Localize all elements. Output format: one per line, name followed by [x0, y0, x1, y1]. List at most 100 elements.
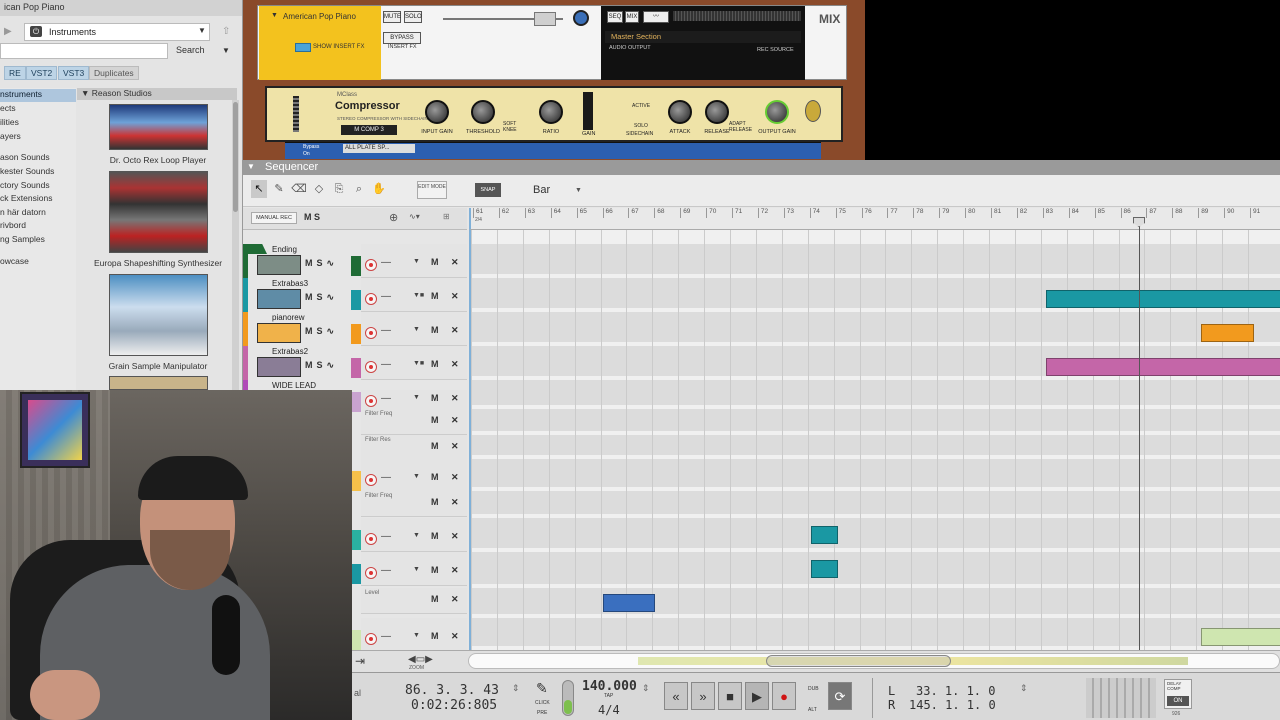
next-device-thumbnail[interactable] — [109, 376, 208, 390]
mute-solo[interactable]: MS∿ — [305, 360, 338, 371]
note-clip[interactable] — [811, 526, 838, 544]
grain-thumbnail[interactable] — [109, 274, 208, 356]
razor-tool-icon[interactable]: ◇ — [311, 180, 327, 198]
record-enable-button[interactable] — [365, 327, 377, 339]
collapse-icon[interactable]: ▼ — [247, 162, 255, 171]
lane-mute-close[interactable]: M ✕ — [431, 531, 464, 542]
device-label[interactable]: Europa Shapeshifting Synthesizer — [82, 258, 234, 268]
lane-mute-close[interactable]: M ✕ — [431, 441, 464, 452]
bar-ruler[interactable]: 61 62 63 64 65 66 67 68 69 70 71 72 73 74 75 76 77 78 79 80… — [469, 208, 1280, 230]
mute-tool-icon[interactable]: ⎘ — [331, 180, 347, 198]
note-clip[interactable] — [811, 560, 838, 578]
master-section-output[interactable]: Master Section — [605, 31, 801, 43]
loop-right-position[interactable]: 145. 1. 1. 0 — [909, 698, 996, 712]
song-position[interactable]: 86. 3. 3. 43 — [405, 683, 499, 698]
filter-tab-vst3[interactable]: VST3 — [58, 66, 90, 80]
global-ms[interactable]: M S — [304, 212, 320, 222]
lane-mute-close[interactable]: M ✕ — [431, 565, 464, 576]
song-time[interactable]: 0:02:26:805 — [411, 698, 497, 713]
rewind-button[interactable]: « — [664, 682, 688, 710]
track-extrabas3[interactable]: Extrabas3 MS∿ — ▼■ M ✕ — [243, 278, 467, 312]
track-lane[interactable] — [471, 435, 1280, 455]
chevron-down-icon[interactable]: ▼ — [413, 394, 420, 401]
pan-knob[interactable] — [573, 10, 589, 26]
reverb-patch-name[interactable]: ALL PLATE SP... — [343, 144, 415, 153]
note-clip[interactable] — [1201, 324, 1254, 342]
note-clip[interactable] — [1201, 628, 1280, 646]
chevron-down-icon[interactable]: ▼ — [413, 566, 420, 573]
track-lane[interactable] — [471, 409, 1280, 431]
automation-lane-level[interactable]: Level M ✕ — [361, 588, 467, 614]
attack-knob[interactable] — [668, 100, 692, 124]
automation-lane-filter-freq-2[interactable]: Filter Freq M ✕ — [361, 491, 467, 517]
lane-mute-close[interactable]: M ✕ — [431, 472, 464, 483]
chevron-down-icon[interactable]: ▼ — [413, 258, 420, 265]
lane-mute-close[interactable]: M ✕ — [431, 415, 464, 426]
chevron-down-icon[interactable]: ▼ — [413, 632, 420, 639]
lane-mute-close[interactable]: M ✕ — [431, 594, 464, 605]
navigator-window[interactable] — [766, 655, 951, 667]
note-clip[interactable] — [603, 594, 655, 612]
song-position-line[interactable] — [1139, 218, 1140, 650]
up-arrow-icon[interactable]: ⇧ — [222, 26, 230, 37]
loop-spinner[interactable]: ⇕ — [1020, 683, 1028, 694]
sidebar-item[interactable]: ctory Sounds — [0, 180, 76, 193]
mute-solo[interactable]: MS∿ — [305, 326, 338, 337]
automation-lane-filter-res[interactable]: Filter Res M ✕ — [361, 435, 467, 461]
chevron-down-icon[interactable]: ▼ — [413, 473, 420, 480]
chevron-down-icon[interactable]: ▼ — [413, 532, 420, 539]
grid-icon[interactable]: ⊞ — [443, 212, 450, 221]
record-enable-button[interactable] — [365, 395, 377, 407]
fast-forward-button[interactable]: » — [691, 682, 715, 710]
automation-lane-filter-freq[interactable]: Filter Freq M ✕ — [361, 409, 467, 435]
filter-tab-duplicates[interactable]: Duplicates — [89, 66, 139, 80]
snap-button[interactable]: SNAP — [475, 183, 501, 197]
eraser-tool-icon[interactable]: ⌫ — [291, 180, 307, 198]
location-dropdown[interactable]: Instruments — [24, 23, 210, 41]
sidebar-item[interactable]: rivbord — [0, 220, 76, 233]
search-input[interactable] — [0, 43, 168, 59]
show-insert-fx-button[interactable] — [295, 43, 311, 52]
sidebar-item[interactable]: ason Sounds — [0, 152, 76, 165]
arrow-tool-icon[interactable]: ⇥ — [355, 654, 365, 668]
pencil-tool-icon[interactable]: ✎ — [271, 180, 287, 198]
dr-octo-rex-thumbnail[interactable] — [109, 104, 208, 150]
track-lane[interactable] — [471, 618, 1280, 646]
compressor-patch-name[interactable]: M COMP 3 — [341, 125, 397, 135]
position-spinner[interactable]: ⇕ — [512, 683, 520, 694]
magnify-tool-icon[interactable]: ⌕ — [351, 180, 367, 198]
lane-mute-close[interactable]: M ✕ — [431, 325, 464, 336]
lane-mute-close[interactable]: M ✕ — [431, 257, 464, 268]
lane-mute-close[interactable]: M ✕ — [431, 291, 464, 302]
automation-icon[interactable]: ∿▾ — [409, 212, 420, 221]
level-fader[interactable] — [534, 12, 556, 26]
fold-icon[interactable]: ▼ — [271, 12, 278, 19]
chevron-down-icon[interactable]: ▼■ — [413, 292, 424, 299]
lane-mute-close[interactable]: M ✕ — [431, 497, 464, 508]
record-enable-button[interactable] — [365, 293, 377, 305]
track-lane[interactable] — [471, 380, 1280, 405]
track-name[interactable]: WIDE LEAD — [272, 381, 316, 390]
sidebar-item[interactable]: ck Extensions — [0, 193, 76, 206]
add-track-icon[interactable]: ⊕ — [389, 211, 398, 224]
waveform-icon[interactable]: 〰 — [643, 11, 669, 23]
track-lane[interactable] — [471, 518, 1280, 548]
track-extrabas2[interactable]: Extrabas2 MS∿ — ▼■ M ✕ — [243, 346, 467, 380]
track-lane[interactable] — [471, 244, 1280, 274]
device-label[interactable]: Grain Sample Manipulator — [82, 361, 234, 371]
record-enable-button[interactable] — [365, 474, 377, 486]
zoom-icon[interactable]: ◀▭▶ — [408, 654, 433, 665]
track-ending[interactable]: Ending MS∿ — ▼ M ✕ — [243, 244, 467, 278]
record-enable-button[interactable] — [365, 361, 377, 373]
play-button[interactable]: ▶ — [745, 682, 769, 710]
folder-header[interactable]: ▼ Reason Studios — [77, 88, 237, 100]
sidebar-item[interactable]: n här datorn — [0, 207, 76, 220]
loop-left-position[interactable]: 33. 1. 1. 0 — [916, 684, 995, 698]
device-label[interactable]: Dr. Octo Rex Loop Player — [82, 155, 234, 165]
record-enable-button[interactable] — [365, 633, 377, 645]
input-gain-knob[interactable] — [425, 100, 449, 124]
sidebar-item[interactable]: kester Sounds — [0, 166, 76, 179]
edit-mode-button[interactable]: EDIT MODE — [417, 181, 447, 199]
seq-button[interactable]: SEQ — [607, 11, 623, 23]
track-pianorew[interactable]: pianorew MS∿ — ▼ M ✕ — [243, 312, 467, 346]
